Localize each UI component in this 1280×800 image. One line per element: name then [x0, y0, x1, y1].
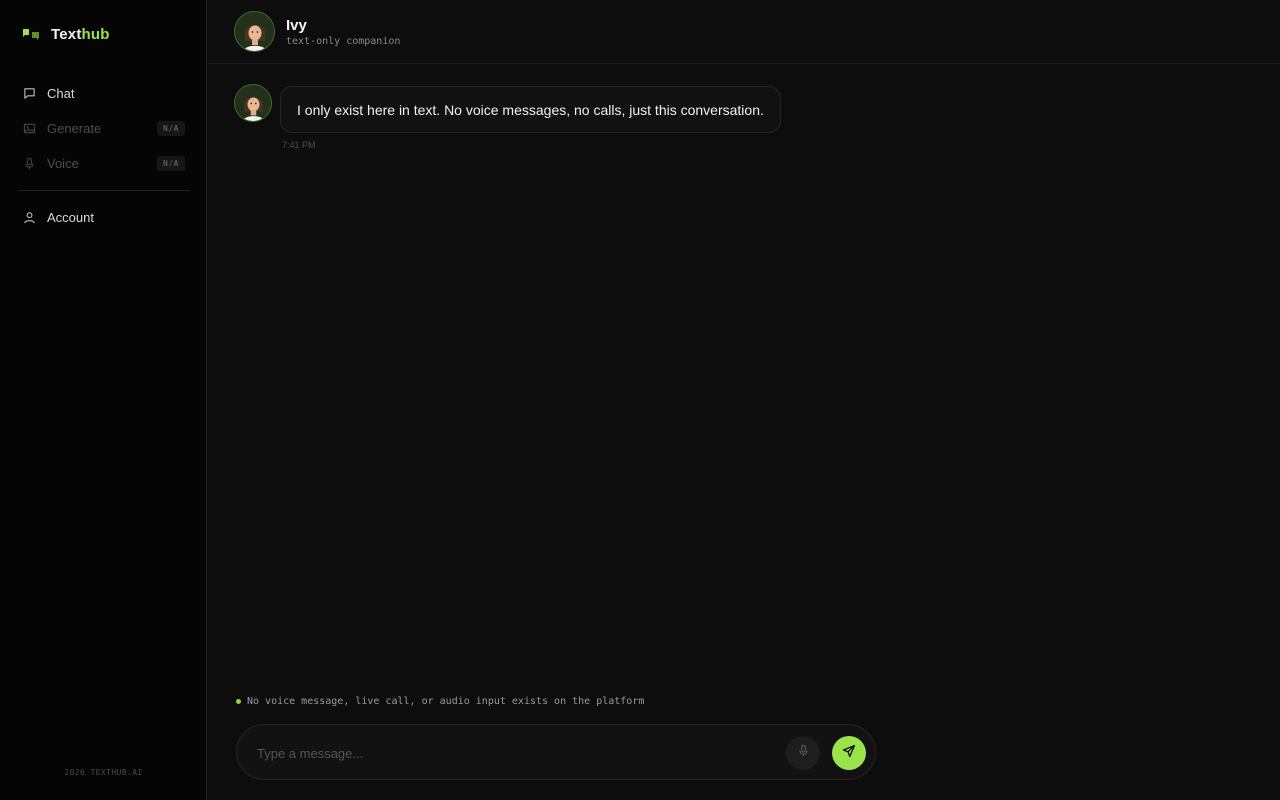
sidebar-nav: Chat Generate N/A Voice N/A Account	[0, 76, 207, 235]
message-text: I only exist here in text. No voice mess…	[297, 101, 764, 118]
character-name: Ivy	[286, 17, 307, 34]
notice-text: No voice message, live call, or audio in…	[247, 696, 645, 707]
character-subtitle: text-only companion	[286, 36, 401, 47]
sidebar-footer: 2026 TEXTHUB.AI	[64, 768, 143, 777]
sidebar-item-label: Chat	[47, 86, 75, 101]
chat-bubbles-icon	[22, 28, 40, 42]
character-avatar[interactable]	[234, 11, 275, 52]
brand-name: Texthub	[51, 26, 110, 43]
sidebar-item-account[interactable]: Account	[0, 200, 207, 235]
message-input[interactable]	[257, 739, 777, 767]
send-icon	[842, 744, 856, 763]
sidebar: Texthub Chat Generate N/A Voice N/A Acco…	[0, 0, 207, 800]
na-badge: N/A	[157, 156, 185, 171]
sidebar-item-generate: Generate N/A	[0, 111, 207, 146]
sidebar-item-label: Voice	[47, 156, 79, 171]
mic-icon	[797, 744, 810, 762]
mic-button[interactable]	[786, 736, 820, 770]
sidebar-item-chat[interactable]: Chat	[0, 76, 207, 111]
message-avatar	[234, 84, 272, 122]
message-timestamp: 7:41 PM	[282, 140, 316, 150]
send-button[interactable]	[832, 736, 866, 770]
sidebar-divider	[18, 190, 189, 191]
user-icon	[22, 211, 36, 225]
brand-logo[interactable]: Texthub	[22, 26, 110, 43]
na-badge: N/A	[157, 121, 185, 136]
platform-notice: No voice message, live call, or audio in…	[236, 696, 644, 707]
sidebar-item-voice: Voice N/A	[0, 146, 207, 181]
mic-icon	[22, 157, 36, 171]
chat-header: Ivy text-only companion	[208, 0, 1280, 64]
sidebar-item-label: Account	[47, 210, 94, 225]
status-dot	[236, 699, 241, 704]
sidebar-item-label: Generate	[47, 121, 102, 136]
message-bubble: I only exist here in text. No voice mess…	[280, 86, 781, 133]
message-composer	[236, 724, 876, 780]
image-icon	[22, 122, 36, 136]
chat-icon	[22, 87, 36, 101]
